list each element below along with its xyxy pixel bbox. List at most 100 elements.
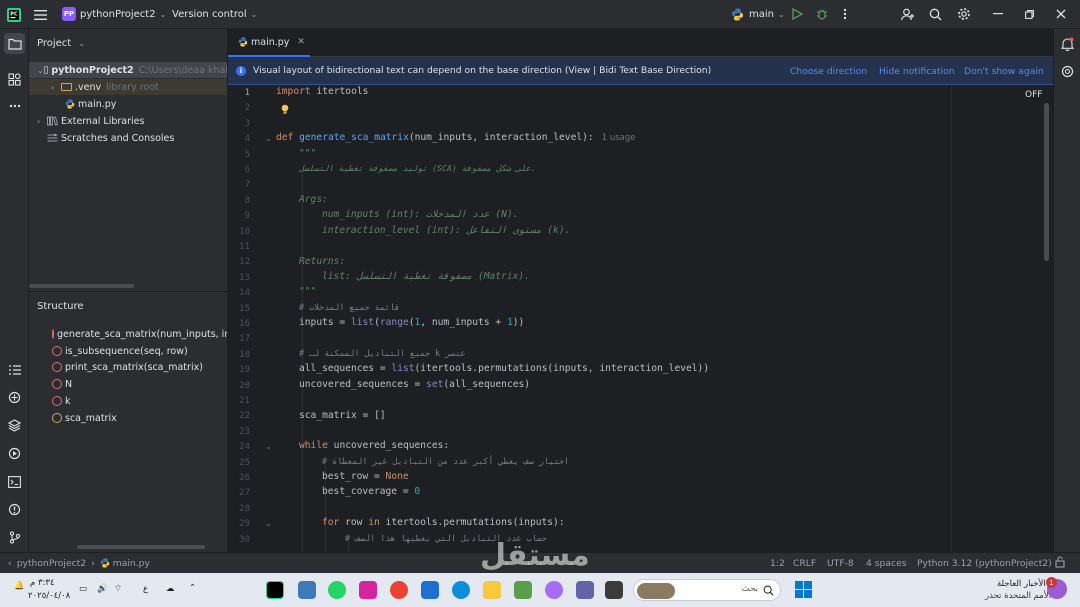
caret-position[interactable]: 1:2 — [770, 558, 785, 569]
structure-item[interactable]: N — [29, 376, 227, 392]
file-explorer-taskbar-icon[interactable] — [483, 581, 501, 599]
store-taskbar-icon[interactable] — [421, 581, 439, 599]
library-icon — [47, 116, 58, 126]
code-editor[interactable]: import itertools def generate_sca_matrix… — [276, 86, 951, 552]
ai-assistant-icon[interactable] — [1057, 61, 1078, 82]
windows-start-icon[interactable] — [795, 581, 812, 601]
breadcrumb-project[interactable]: pythonProject2 — [17, 558, 86, 569]
debug-icon[interactable] — [816, 0, 828, 29]
code-line-24: while uncovered_sequences: — [299, 440, 450, 451]
project-tool-button[interactable] — [4, 33, 25, 54]
photos-taskbar-icon[interactable] — [514, 581, 532, 599]
dont-show-again-link[interactable]: Don't show again — [964, 66, 1044, 77]
tree-root-project[interactable]: ⌄ pythonProject2 C:\Users\deaa khal — [29, 62, 227, 78]
line-number-gutter[interactable]: 1 2 3 4 5 6 7 8 9 10 11 12 13 14 15 16 17 18 19 20 21 22 23 24 2… — [228, 86, 276, 552]
close-tab-icon[interactable]: ✕ — [297, 37, 305, 47]
tray-chevron-icon[interactable]: ⌃ — [189, 583, 196, 593]
layers-icon[interactable] — [4, 415, 25, 436]
close-icon[interactable] — [1056, 0, 1066, 29]
chevron-down-icon: ⌄ — [159, 9, 167, 19]
breadcrumb-file[interactable]: main.py — [113, 558, 150, 569]
project-panel-header[interactable]: Project ⌄ — [37, 38, 85, 49]
run-icon[interactable] — [792, 0, 803, 29]
project-switcher[interactable]: PP pythonProject2 ⌄ — [62, 0, 166, 29]
expand-chevron-icon[interactable]: ⌄ — [37, 66, 44, 75]
run-config-label: main — [749, 8, 774, 20]
python-packages-icon[interactable] — [4, 387, 25, 408]
fold-marker-icon[interactable]: ⌄ — [265, 134, 272, 143]
tree-item-main-py[interactable]: main.py — [29, 96, 227, 112]
run-config-selector[interactable]: main ⌄ — [731, 0, 785, 29]
terminal-icon[interactable] — [4, 471, 25, 492]
language-indicator[interactable]: ع — [143, 584, 148, 594]
tree-item-scratches[interactable]: Scratches and Consoles — [29, 130, 227, 146]
collapse-chevron-icon[interactable]: › — [51, 83, 61, 92]
lightbulb-icon[interactable] — [281, 104, 289, 115]
lock-icon[interactable] — [1055, 556, 1065, 571]
usage-hint[interactable]: 1 usage — [602, 133, 636, 143]
add-user-icon[interactable] — [901, 0, 915, 29]
structure-item[interactable]: k — [29, 393, 227, 409]
whatsapp-taskbar-icon[interactable] — [328, 581, 346, 599]
volume-icon[interactable]: 🔊 — [97, 584, 108, 594]
problems-icon[interactable] — [4, 499, 25, 520]
pycharm-taskbar-icon[interactable] — [266, 581, 284, 599]
notifications-bell-icon[interactable] — [1057, 33, 1078, 54]
line-separator[interactable]: CRLF — [793, 558, 816, 569]
python-interpreter[interactable]: Python 3.12 (pythonProject2) — [917, 558, 1052, 569]
main-menu-icon[interactable] — [34, 0, 47, 29]
inlay-toggle-label[interactable]: OFF — [1025, 90, 1042, 100]
chevron-down-icon: ⌄ — [778, 9, 785, 19]
structure-item[interactable]: generate_sca_matrix(num_inputs, inte — [29, 326, 227, 342]
clock-time[interactable]: ٣:٣٤ م — [30, 578, 55, 588]
hide-notification-link[interactable]: Hide notification — [879, 66, 955, 77]
news-title[interactable]: الأخبار العاجلة — [997, 579, 1046, 589]
edge-taskbar-icon[interactable] — [452, 581, 470, 599]
minimize-icon[interactable] — [993, 0, 1003, 29]
line-number: 16 — [239, 319, 250, 329]
indent-setting[interactable]: 4 spaces — [866, 558, 907, 569]
structure-item[interactable]: print_sca_matrix(sca_matrix) — [29, 359, 227, 375]
structure-tool-button[interactable] — [4, 69, 25, 90]
structure-item[interactable]: is_subsequence(seq, row) — [29, 343, 227, 359]
todo-list-icon[interactable] — [4, 359, 25, 380]
structure-icon — [8, 73, 21, 86]
git-icon[interactable] — [4, 527, 25, 548]
more-tools-icon[interactable] — [4, 95, 25, 116]
taskbar-search-box[interactable]: بحث — [633, 579, 781, 601]
search-icon[interactable] — [929, 0, 942, 29]
more-options-icon[interactable] — [843, 0, 847, 29]
collapse-chevron-icon[interactable]: › — [37, 117, 47, 126]
restore-icon[interactable] — [1025, 0, 1034, 29]
notification-icon[interactable]: 🔔 — [14, 581, 25, 591]
horizontal-scrollbar[interactable] — [29, 284, 134, 288]
tree-item-venv[interactable]: › .venv library root — [29, 79, 227, 95]
version-control-menu[interactable]: Version control ⌄ — [172, 0, 257, 29]
wifi-icon[interactable]: ⌔ — [114, 584, 122, 594]
battery-icon[interactable]: ▭ — [79, 584, 87, 594]
clock-date[interactable]: ٢٠٢٥/٠٤/٠٨ — [28, 591, 70, 601]
teams-taskbar-icon[interactable] — [576, 581, 594, 599]
fold-marker-icon[interactable]: ⌄ — [265, 519, 272, 528]
file-encoding[interactable]: UTF-8 — [827, 558, 854, 569]
settings-gear-icon[interactable] — [957, 0, 971, 29]
cloud-icon[interactable]: ☁ — [166, 584, 175, 594]
pycharm-logo-icon[interactable]: PC — [7, 0, 21, 29]
tab-main-py[interactable]: main.py ✕ — [228, 29, 310, 57]
instagram-taskbar-icon[interactable] — [359, 581, 377, 599]
notepad-taskbar-icon[interactable] — [298, 581, 316, 599]
structure-item-label: sca_matrix — [65, 412, 117, 424]
tree-item-external-libraries[interactable]: › External Libraries — [29, 113, 227, 129]
line-number: 9 — [244, 211, 250, 222]
vertical-scrollbar[interactable] — [1044, 103, 1049, 261]
structure-item-label: N — [65, 378, 73, 390]
chrome-taskbar-icon[interactable] — [390, 581, 408, 599]
copilot-taskbar-icon[interactable] — [545, 581, 563, 599]
structure-item[interactable]: sca_matrix — [29, 410, 227, 426]
services-run-icon[interactable] — [4, 443, 25, 464]
task-view-taskbar-icon[interactable] — [605, 581, 623, 599]
folder-icon — [43, 66, 49, 74]
choose-direction-link[interactable]: Choose direction — [790, 66, 867, 77]
fold-marker-icon[interactable]: ⌄ — [265, 442, 272, 451]
horizontal-scrollbar[interactable] — [77, 545, 205, 549]
